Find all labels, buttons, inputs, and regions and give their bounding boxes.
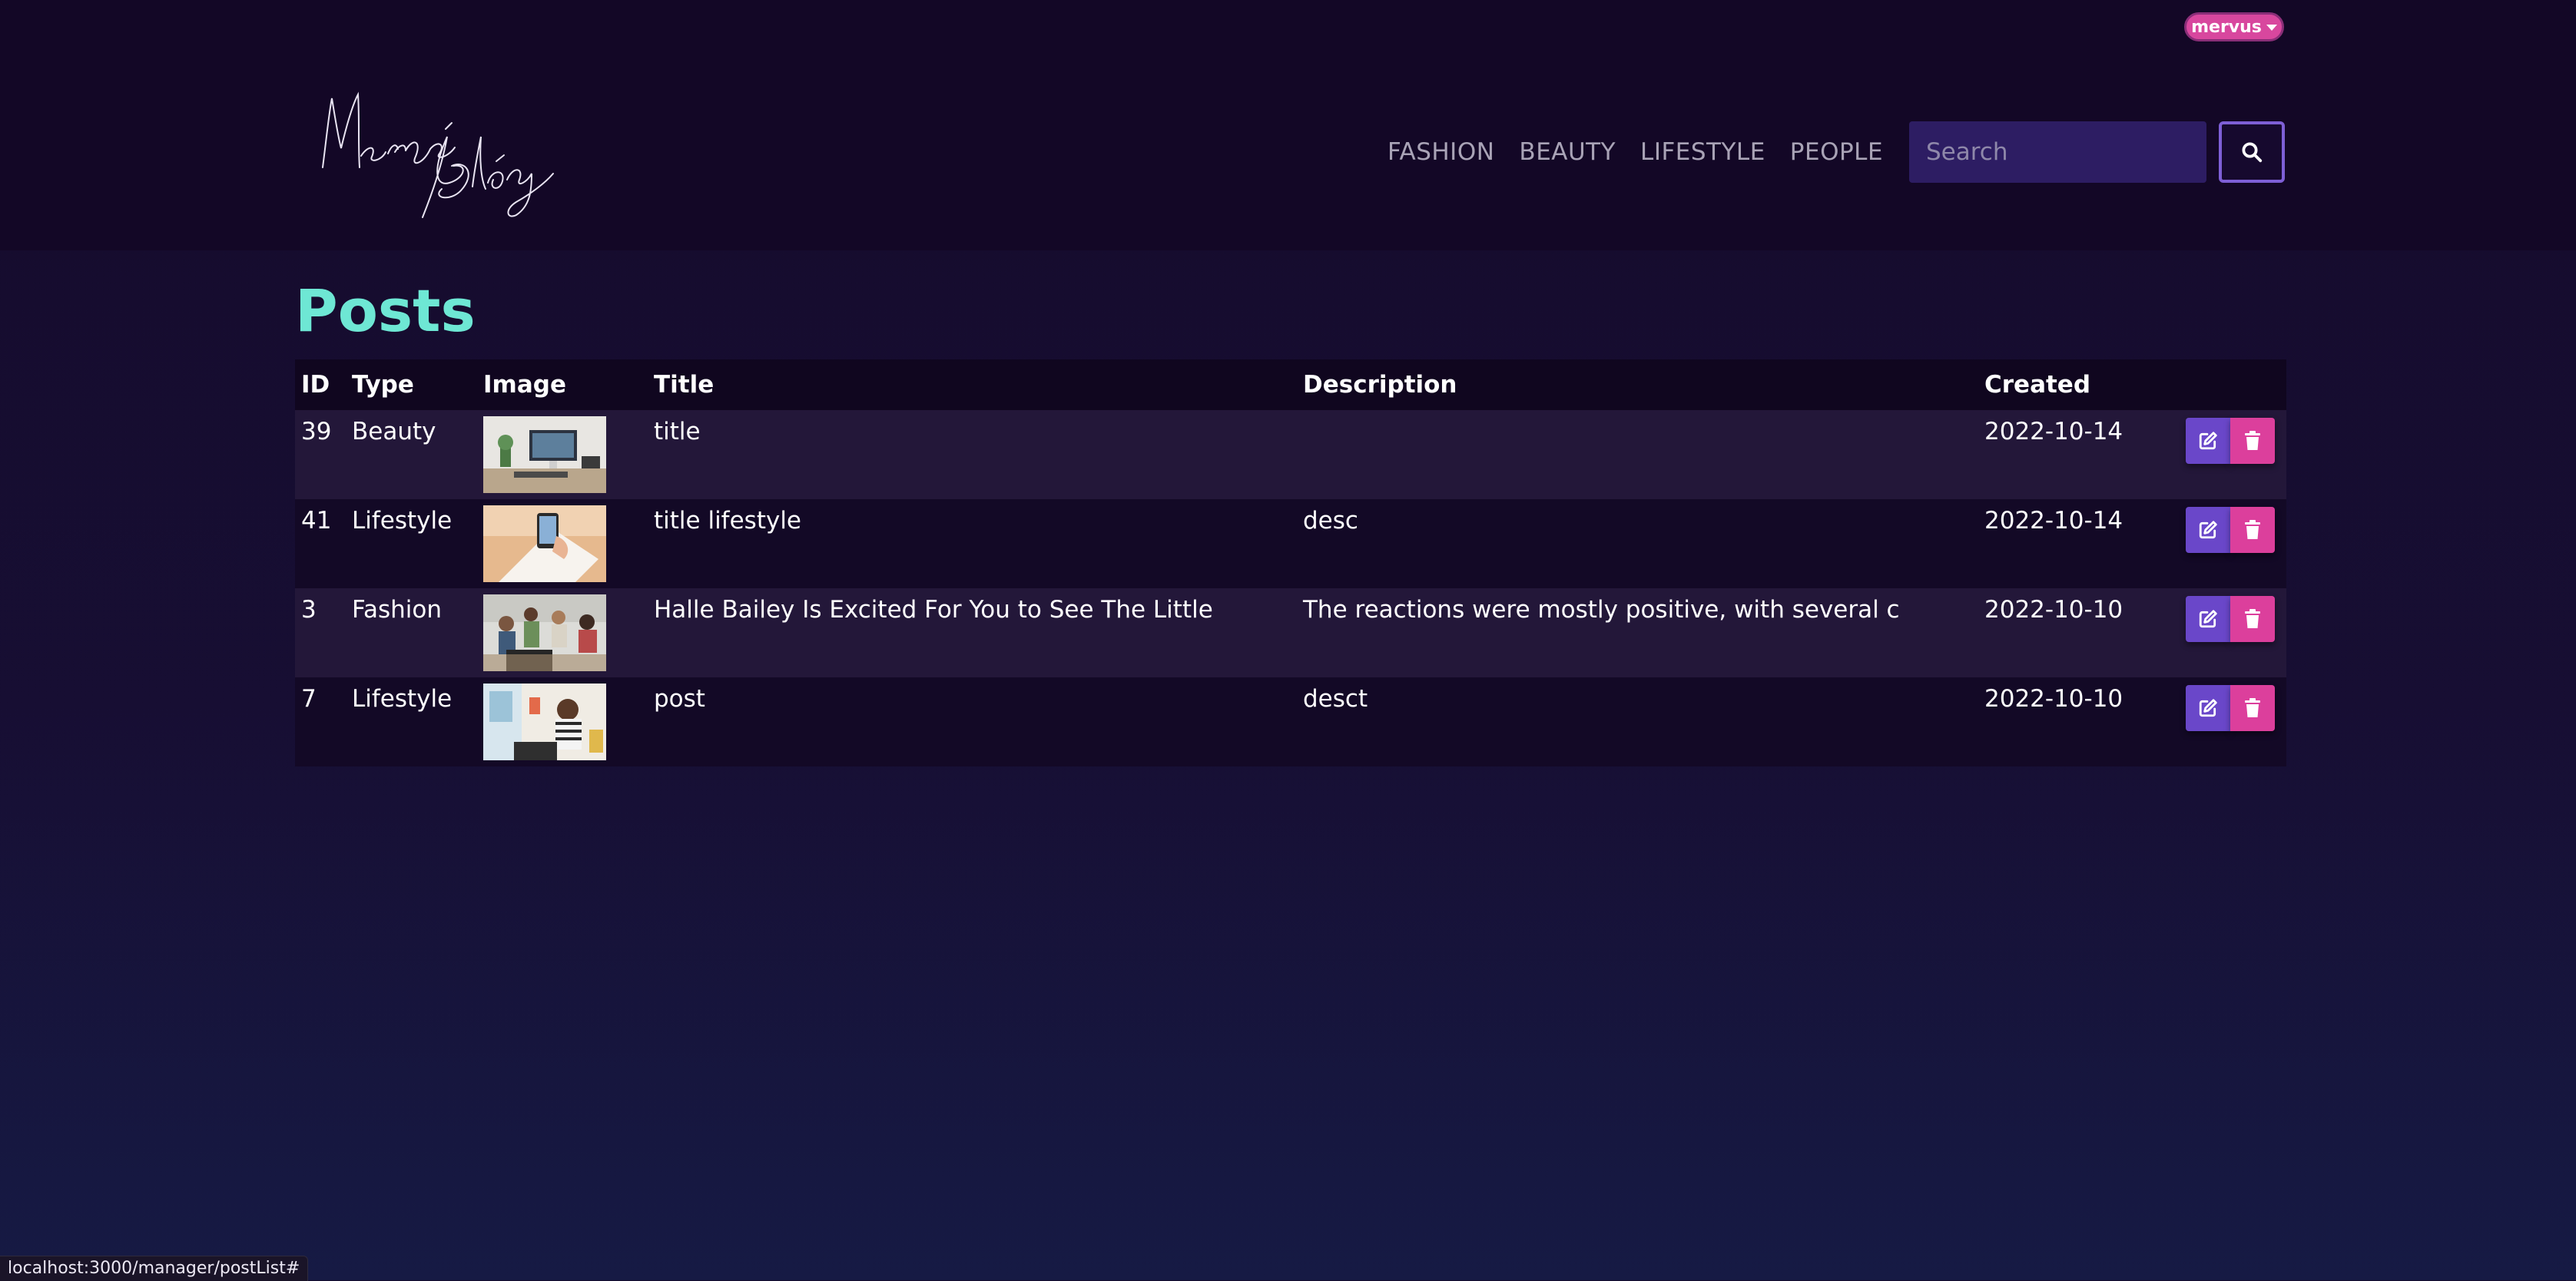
cell-type: Beauty [346,410,477,499]
posts-table: ID Type Image Title Description Created … [295,359,2286,766]
table-row: 3 Fashion Halle Bailey Is Excited For Yo… [295,588,2286,677]
edit-icon [2199,699,2217,717]
search-input[interactable] [1909,121,2206,183]
cell-description: desct [1297,677,1978,766]
table-row: 41 Lifestyle title lifestyle desc 2022-1… [295,499,2286,588]
cell-id: 7 [295,677,346,766]
cell-id: 39 [295,410,346,499]
edit-button[interactable] [2186,685,2230,731]
cell-description: desc [1297,499,1978,588]
trash-icon [2245,431,2260,450]
search-button[interactable] [2219,121,2285,183]
cell-title: title [648,410,1297,499]
cell-description [1297,410,1978,499]
trash-icon [2245,520,2260,539]
page-title: Posts [295,276,476,345]
cell-type: Lifestyle [346,677,477,766]
delete-button[interactable] [2230,596,2275,642]
edit-icon [2199,521,2217,539]
trash-icon [2245,609,2260,628]
column-header-actions [2160,359,2286,410]
cell-id: 41 [295,499,346,588]
delete-button[interactable] [2230,418,2275,464]
column-header-created: Created [1978,359,2160,410]
cell-created: 2022-10-14 [1978,410,2160,499]
edit-button[interactable] [2186,418,2230,464]
cell-created: 2022-10-14 [1978,499,2160,588]
edit-icon [2199,432,2217,450]
edit-button[interactable] [2186,507,2230,553]
nav-fashion[interactable]: FASHION [1387,135,1494,169]
table-row: 7 Lifestyle post desct 2022-10-10 [295,677,2286,766]
delete-button[interactable] [2230,507,2275,553]
table-header-row: ID Type Image Title Description Created [295,359,2286,410]
chevron-down-icon [2266,25,2277,31]
trash-icon [2245,698,2260,717]
edit-button[interactable] [2186,596,2230,642]
post-thumbnail [483,684,606,760]
cell-description: The reactions were mostly positive, with… [1297,588,1978,677]
nav-lifestyle[interactable]: LIFESTYLE [1640,135,1765,169]
cell-type: Lifestyle [346,499,477,588]
cell-id: 3 [295,588,346,677]
search-icon [2242,142,2263,163]
cell-title: title lifestyle [648,499,1297,588]
column-header-title: Title [648,359,1297,410]
column-header-description: Description [1297,359,1978,410]
cell-type: Fashion [346,588,477,677]
cell-actions [2160,499,2286,588]
cell-title: post [648,677,1297,766]
status-bar-url: localhost:3000/manager/postList# [0,1256,309,1281]
delete-button[interactable] [2230,685,2275,731]
cell-image [477,410,648,499]
cell-image [477,588,648,677]
cell-image [477,499,648,588]
column-header-id: ID [295,359,346,410]
top-header: mervus FASHION BEAUTY LIFESTYLE PEOPLE [0,0,2576,250]
edit-icon [2199,610,2217,628]
user-name: mervus [2191,17,2262,37]
main-nav: FASHION BEAUTY LIFESTYLE PEOPLE [1387,135,1883,169]
user-menu-button[interactable]: mervus [2184,12,2284,41]
nav-people[interactable]: PEOPLE [1790,135,1883,169]
column-header-type: Type [346,359,477,410]
cell-title: Halle Bailey Is Excited For You to See T… [648,588,1297,677]
cell-image [477,677,648,766]
nav-beauty[interactable]: BEAUTY [1519,135,1616,169]
cell-created: 2022-10-10 [1978,677,2160,766]
column-header-image: Image [477,359,648,410]
post-thumbnail [483,505,606,582]
post-thumbnail [483,416,606,493]
blog-logo[interactable] [315,83,561,221]
cell-actions [2160,677,2286,766]
cell-actions [2160,410,2286,499]
table-row: 39 Beauty title 2022-10-14 [295,410,2286,499]
post-thumbnail [483,594,606,671]
cell-created: 2022-10-10 [1978,588,2160,677]
cell-actions [2160,588,2286,677]
